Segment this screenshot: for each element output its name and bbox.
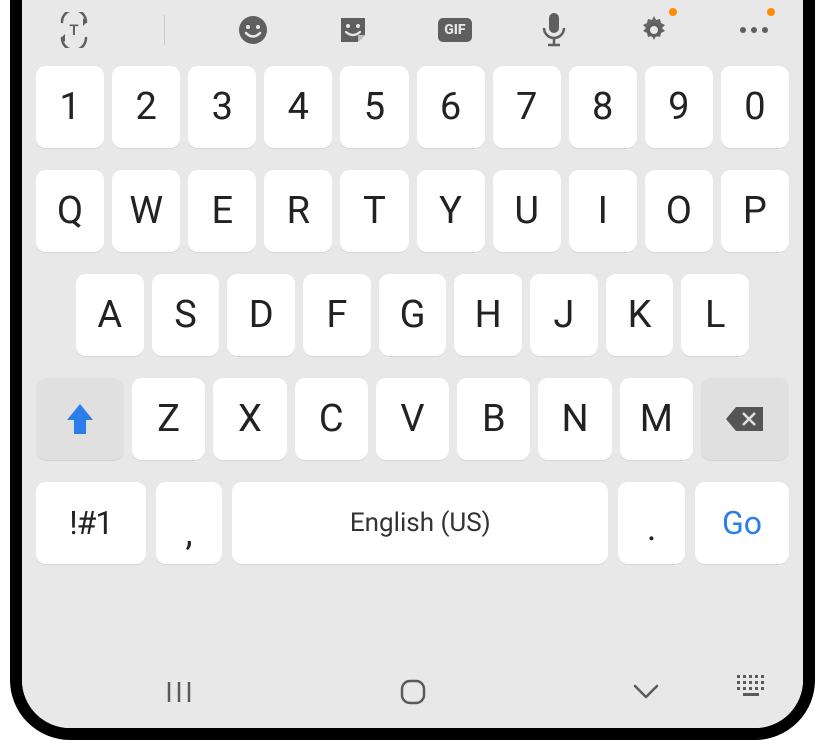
key-w[interactable]: W: [112, 170, 180, 252]
keyboard-grid-icon: [737, 675, 767, 697]
key-0[interactable]: 0: [721, 66, 789, 148]
key-n[interactable]: N: [538, 378, 611, 460]
key-space[interactable]: English (US): [232, 482, 608, 564]
key-l[interactable]: L: [681, 274, 749, 356]
key-v[interactable]: V: [376, 378, 449, 460]
key-4[interactable]: 4: [264, 66, 332, 148]
key-j[interactable]: J: [530, 274, 598, 356]
key-8[interactable]: 8: [569, 66, 637, 148]
key-shift[interactable]: [36, 378, 124, 460]
number-row: 1 2 3 4 5 6 7 8 9 0: [36, 66, 789, 148]
key-g[interactable]: G: [379, 274, 447, 356]
key-2[interactable]: 2: [112, 66, 180, 148]
nav-home[interactable]: [296, 674, 530, 710]
key-symbols[interactable]: !#1: [36, 482, 146, 564]
navigation-bar: [22, 662, 803, 728]
toolbar-separator: [164, 15, 165, 45]
key-d[interactable]: D: [227, 274, 295, 356]
mic-icon[interactable]: [539, 10, 569, 50]
bottom-row: !#1 , English (US) . Go: [36, 482, 789, 564]
gif-label: GIF: [444, 22, 465, 38]
key-3[interactable]: 3: [188, 66, 256, 148]
emoji-icon[interactable]: [237, 10, 269, 50]
key-i[interactable]: I: [569, 170, 637, 252]
home-icon: [398, 677, 428, 707]
text-mode-icon[interactable]: T: [56, 10, 92, 50]
key-o[interactable]: O: [645, 170, 713, 252]
key-5[interactable]: 5: [340, 66, 408, 148]
keyboard-toolbar: T: [22, 0, 803, 60]
nav-back[interactable]: [529, 674, 763, 710]
key-h[interactable]: H: [454, 274, 522, 356]
asdf-row: A S D F G H J K L: [36, 274, 789, 356]
gif-icon[interactable]: GIF: [438, 18, 471, 42]
recents-icon: [165, 678, 193, 706]
key-e[interactable]: E: [188, 170, 256, 252]
key-go[interactable]: Go: [695, 482, 789, 564]
key-z[interactable]: Z: [132, 378, 205, 460]
qwerty-row: Q W E R T Y U I O P: [36, 170, 789, 252]
key-area: 1 2 3 4 5 6 7 8 9 0 Q W E R T Y U I O: [22, 60, 803, 662]
key-r[interactable]: R: [264, 170, 332, 252]
key-q[interactable]: Q: [36, 170, 104, 252]
key-x[interactable]: X: [213, 378, 286, 460]
key-u[interactable]: U: [493, 170, 561, 252]
key-m[interactable]: M: [620, 378, 693, 460]
nav-recents[interactable]: [62, 674, 296, 710]
key-backspace[interactable]: [701, 378, 789, 460]
key-c[interactable]: C: [295, 378, 368, 460]
key-comma[interactable]: ,: [156, 482, 223, 564]
more-notification-dot: [767, 8, 775, 16]
key-7[interactable]: 7: [493, 66, 561, 148]
key-y[interactable]: Y: [417, 170, 485, 252]
shift-arrow-icon: [65, 402, 95, 436]
zxc-row: Z X C V B N M: [36, 378, 789, 460]
key-b[interactable]: B: [457, 378, 530, 460]
key-k[interactable]: K: [606, 274, 674, 356]
phone-frame: T: [10, 0, 815, 740]
backspace-icon: [725, 405, 765, 433]
chevron-down-icon: [631, 682, 661, 702]
key-1[interactable]: 1: [36, 66, 104, 148]
key-t[interactable]: T: [340, 170, 408, 252]
more-icon[interactable]: [739, 10, 769, 50]
sticker-icon[interactable]: [336, 10, 370, 50]
key-p[interactable]: P: [721, 170, 789, 252]
key-period[interactable]: .: [618, 482, 685, 564]
key-9[interactable]: 9: [645, 66, 713, 148]
settings-notification-dot: [669, 8, 677, 16]
keyboard-container: T: [22, 0, 803, 728]
keyboard-collapse-icon[interactable]: [737, 668, 767, 704]
key-a[interactable]: A: [76, 274, 144, 356]
key-s[interactable]: S: [152, 274, 220, 356]
key-f[interactable]: F: [303, 274, 371, 356]
settings-icon[interactable]: [637, 10, 671, 50]
svg-text:T: T: [69, 21, 78, 39]
key-6[interactable]: 6: [417, 66, 485, 148]
